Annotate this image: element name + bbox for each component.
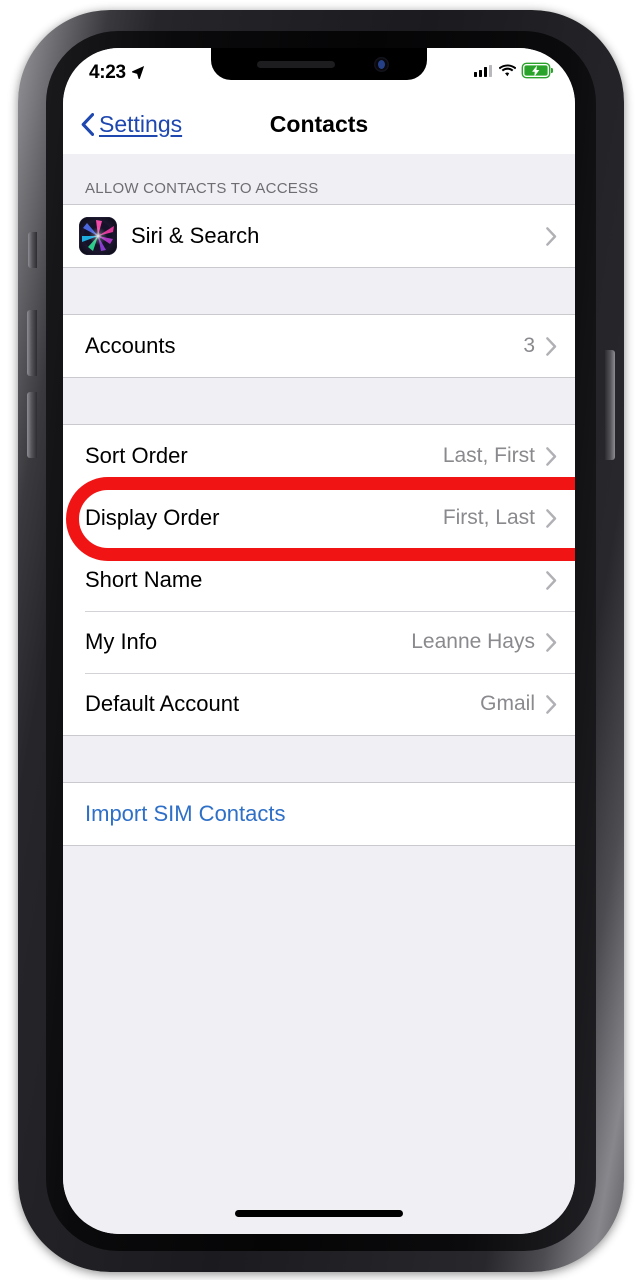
row-value: Last, First: [442, 444, 535, 467]
row-label: My Info: [85, 629, 158, 654]
settings-row-my-info[interactable]: My Info Leanne Hays: [63, 611, 575, 673]
navigation-bar: Settings Contacts: [63, 94, 575, 154]
home-indicator-bar[interactable]: [235, 1210, 403, 1217]
status-time: 4:23: [89, 62, 126, 83]
chevron-left-icon: [81, 112, 94, 136]
chevron-right-icon: [546, 226, 557, 246]
row-label: Import SIM Contacts: [85, 801, 286, 826]
settings-group-allow-access: Siri & Search: [63, 204, 575, 268]
cellular-signal-icon: [473, 64, 492, 77]
chevron-right-icon: [546, 508, 557, 528]
row-value: Gmail: [480, 692, 535, 715]
row-label: Accounts: [85, 333, 176, 358]
back-button[interactable]: Settings: [63, 111, 182, 138]
chevron-right-icon: [546, 570, 557, 590]
settings-group-import: Import SIM Contacts: [63, 782, 575, 846]
settings-row-short-name[interactable]: Short Name: [63, 549, 575, 611]
charging-bolt-icon: [532, 65, 540, 76]
power-button[interactable]: [605, 350, 615, 460]
status-bar-right: [473, 62, 554, 77]
battery-charging-icon: [523, 64, 554, 77]
row-value: Leanne Hays: [411, 630, 535, 653]
settings-list: ALLOW CONTACTS TO ACCESS Siri & Search A…: [63, 154, 575, 1234]
row-value: First, Last: [442, 506, 535, 529]
display-notch: [211, 48, 427, 80]
settings-row-accounts[interactable]: Accounts 3: [63, 315, 575, 377]
location-arrow-icon: [131, 66, 144, 79]
chevron-right-icon: [546, 336, 557, 356]
back-button-label: Settings: [99, 110, 183, 137]
settings-row-sort-order[interactable]: Sort Order Last, First: [63, 425, 575, 487]
volume-up-button[interactable]: [27, 310, 37, 376]
settings-group-name-display: Sort Order Last, First Display Order Fir…: [63, 424, 575, 736]
row-label: Siri & Search: [131, 223, 260, 248]
front-camera-icon: [374, 57, 389, 72]
volume-down-button[interactable]: [27, 392, 37, 458]
row-label: Short Name: [85, 567, 203, 592]
wifi-icon: [499, 64, 516, 77]
iphone-device-frame: 4:23 Settings Contacts ALLOW CONTACTS TO…: [18, 10, 624, 1272]
settings-row-display-order[interactable]: Display Order First, Last: [63, 487, 575, 549]
row-value: 3: [523, 334, 535, 357]
siri-app-icon: [79, 217, 117, 255]
settings-row-default-account[interactable]: Default Account Gmail: [63, 673, 575, 735]
section-header-allow-access: ALLOW CONTACTS TO ACCESS: [85, 180, 319, 197]
settings-row-siri-and-search[interactable]: Siri & Search: [63, 205, 575, 267]
chevron-right-icon: [546, 632, 557, 652]
row-label: Display Order: [85, 505, 220, 530]
settings-group-accounts: Accounts 3: [63, 314, 575, 378]
chevron-right-icon: [546, 446, 557, 466]
row-label: Sort Order: [85, 443, 188, 468]
status-bar-left: 4:23: [89, 62, 145, 84]
mute-switch-button[interactable]: [28, 232, 37, 268]
settings-row-import-sim-contacts[interactable]: Import SIM Contacts: [63, 783, 575, 845]
chevron-right-icon: [546, 694, 557, 714]
earpiece-speaker-icon: [257, 61, 335, 68]
row-label: Default Account: [85, 691, 240, 716]
page-title: Contacts: [269, 110, 369, 137]
phone-screen: 4:23 Settings Contacts ALLOW CONTACTS TO…: [63, 48, 575, 1234]
